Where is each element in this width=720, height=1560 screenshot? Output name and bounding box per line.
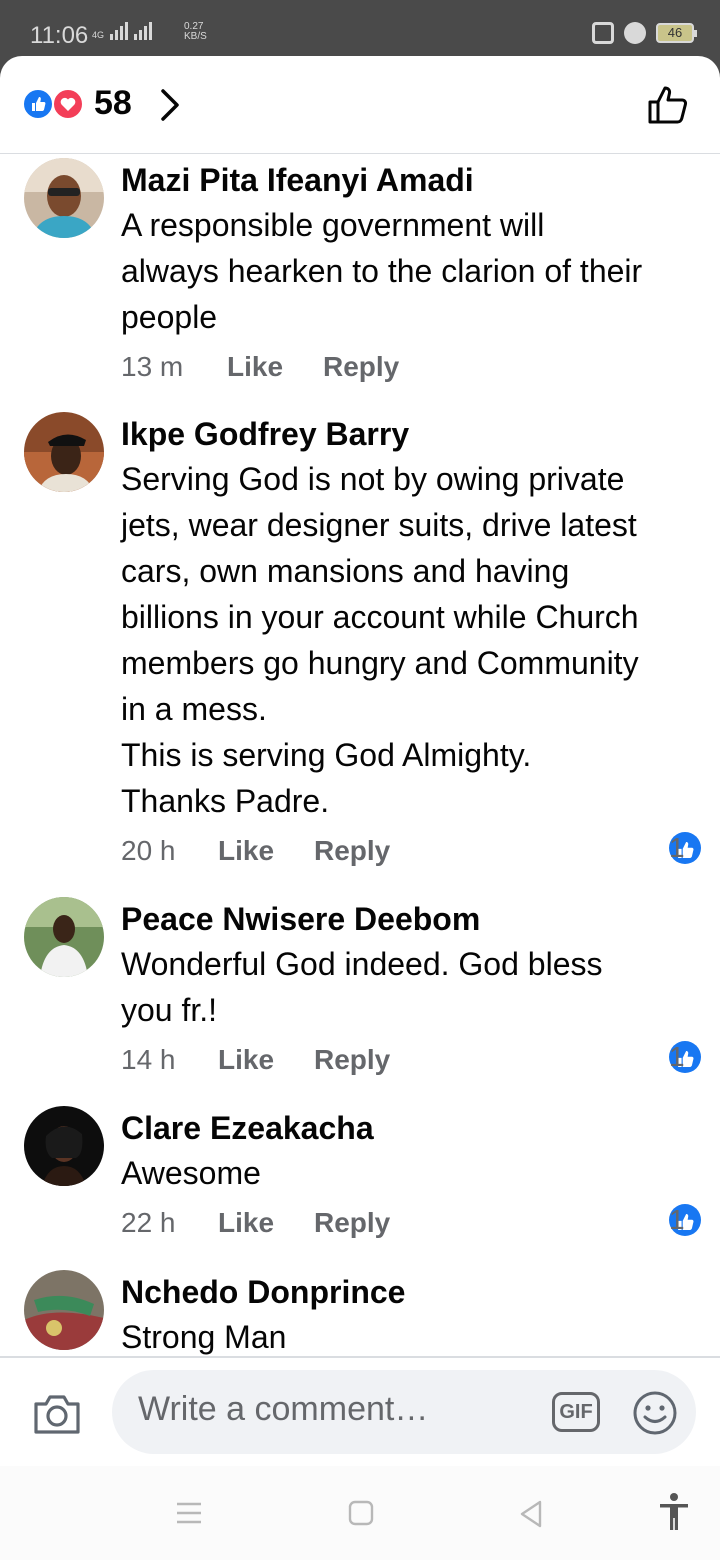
comment-placeholder: Write a comment… <box>138 1390 429 1428</box>
signal-bars-2-icon <box>134 22 153 40</box>
comment-like-count[interactable]: 1 <box>669 832 701 864</box>
home-nav-button[interactable] <box>348 1500 374 1531</box>
comment-time: 14 h <box>121 1044 176 1075</box>
reactions-header: 58 <box>0 56 720 154</box>
signal-indicator: 4G <box>92 22 153 40</box>
comment-body: Mazi Pita Ifeanyi Amadi A responsible go… <box>121 158 701 392</box>
reaction-summary[interactable] <box>22 88 88 120</box>
gif-button[interactable]: GIF <box>552 1392 600 1432</box>
battery-level: 46 <box>667 25 683 40</box>
comment-like-count[interactable]: 1 <box>669 1041 701 1073</box>
comment-input[interactable]: Write a comment… GIF <box>112 1370 696 1454</box>
comment-text: Awesome <box>121 1155 261 1191</box>
speed-unit: KB/S <box>184 31 207 42</box>
comment-list: Mazi Pita Ifeanyi Amadi A responsible go… <box>0 154 720 1356</box>
reaction-count[interactable]: 58 <box>94 84 132 123</box>
battery-icon: 46 <box>656 23 697 43</box>
reply-comment-button[interactable]: Reply <box>314 826 390 876</box>
menu-nav-button[interactable] <box>176 1500 202 1531</box>
back-nav-button[interactable] <box>518 1500 544 1533</box>
comment-text: Serving God is not by owing private jets… <box>121 461 639 819</box>
signal-bars-icon <box>110 22 129 40</box>
avatar[interactable] <box>24 1270 104 1350</box>
comment-composer: Write a comment… GIF <box>0 1356 720 1466</box>
comment-body: Clare Ezeakacha Awesome 22 h Like Reply … <box>121 1106 701 1248</box>
reply-comment-button[interactable]: Reply <box>323 342 399 392</box>
chevron-right-icon[interactable] <box>158 86 182 124</box>
comment-author[interactable]: Mazi Pita Ifeanyi Amadi <box>121 158 701 202</box>
comments-sheet: 58 Mazi Pita Ifeanyi Amadi A responsible… <box>0 56 720 1560</box>
avatar[interactable] <box>24 158 104 238</box>
comment-author[interactable]: Nchedo Donprince <box>121 1270 701 1314</box>
love-reaction-icon <box>52 88 84 120</box>
comment-like-count[interactable]: 1 <box>669 1204 701 1236</box>
network-tag: 4G <box>92 30 105 40</box>
vibrate-icon <box>592 22 614 44</box>
accessibility-button[interactable] <box>658 1492 690 1537</box>
like-post-button[interactable] <box>646 84 690 126</box>
like-count: 1 <box>669 1041 685 1072</box>
comment-author[interactable]: Ikpe Godfrey Barry <box>121 412 701 456</box>
comment-actions: 13 m Like Reply <box>121 342 701 392</box>
camera-icon <box>34 1395 80 1434</box>
comment-actions: 14 h Like Reply 1 <box>121 1035 701 1085</box>
smiley-icon <box>633 1391 677 1435</box>
avatar[interactable] <box>24 1106 104 1186</box>
menu-icon <box>177 1502 201 1524</box>
comment-text: Wonderful God indeed. God bless you fr.! <box>121 946 603 1028</box>
accessibility-icon <box>660 1493 688 1530</box>
avatar[interactable] <box>24 412 104 492</box>
status-time: 11:06 <box>30 22 89 49</box>
like-comment-button[interactable]: Like <box>218 1198 274 1248</box>
camera-button[interactable] <box>32 1392 82 1436</box>
back-icon <box>520 1500 542 1528</box>
comment-body: Ikpe Godfrey Barry Serving God is not by… <box>121 412 701 876</box>
status-bar: 11:06 4G 0.27 KB/S 46 <box>0 0 720 62</box>
like-comment-button[interactable]: Like <box>218 826 274 876</box>
alarm-icon <box>624 22 646 44</box>
status-icons: 46 <box>592 22 697 44</box>
comment-author[interactable]: Peace Nwisere Deebom <box>121 897 701 941</box>
reply-comment-button[interactable]: Reply <box>314 1198 390 1248</box>
system-nav-bar <box>0 1466 720 1560</box>
like-count: 1 <box>669 1204 685 1235</box>
home-icon <box>348 1500 374 1526</box>
like-count: 1 <box>669 832 685 863</box>
network-speed: 0.27 KB/S <box>184 22 207 42</box>
avatar[interactable] <box>24 897 104 977</box>
comment-text: A responsible government will always hea… <box>121 207 643 335</box>
like-comment-button[interactable]: Like <box>227 342 283 392</box>
comment-time: 20 h <box>121 835 176 866</box>
comment-text: Strong Man <box>121 1319 287 1355</box>
comment-body: Peace Nwisere Deebom Wonderful God indee… <box>121 897 701 1085</box>
comment-time: 13 m <box>121 351 184 382</box>
comment-actions: 22 h Like Reply 1 <box>121 1198 701 1248</box>
like-reaction-icon <box>22 88 54 120</box>
comment-body: Nchedo Donprince Strong Man <box>121 1270 701 1356</box>
comment-time: 22 h <box>121 1207 176 1238</box>
thumbs-up-icon <box>648 86 688 124</box>
emoji-button[interactable] <box>632 1390 678 1436</box>
comment-author[interactable]: Clare Ezeakacha <box>121 1106 701 1150</box>
reply-comment-button[interactable]: Reply <box>314 1035 390 1085</box>
comment-actions: 20 h Like Reply 1 <box>121 826 701 876</box>
like-comment-button[interactable]: Like <box>218 1035 274 1085</box>
